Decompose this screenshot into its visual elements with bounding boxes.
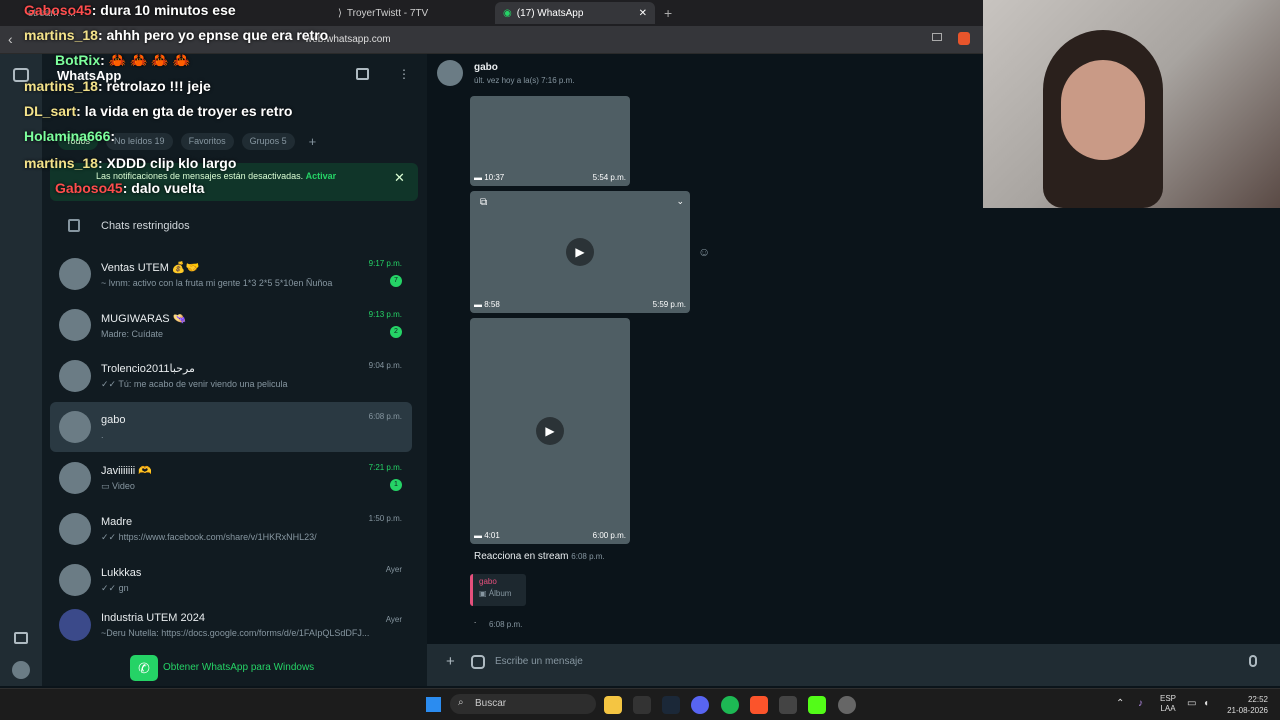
unread-badge: 1 [390, 479, 402, 491]
chat-item-selected[interactable]: gabo. 6:08 p.m. [50, 402, 412, 452]
chat-item[interactable]: Madre ✓✓ https://www.facebook.com/share/v… [50, 504, 412, 554]
overlay-chat-line: Gaboso45: dura 10 minutos ese [24, 2, 236, 18]
epic-games-icon[interactable] [633, 696, 651, 714]
add-filter-icon[interactable]: + [303, 133, 323, 150]
url-field[interactable]: web.whatsapp.com [280, 32, 660, 48]
chat-item[interactable]: Lukkkas ✓✓ gn Ayer [50, 555, 412, 605]
avatar [59, 513, 91, 545]
avatar [59, 309, 91, 341]
mic-icon[interactable] [1249, 655, 1257, 667]
contact-name[interactable]: gabo [474, 62, 498, 73]
forward-icon[interactable]: ⧉ [480, 197, 487, 208]
video-icon: ▬ [474, 173, 485, 182]
chat-item[interactable]: Industria UTEM 2024 ~Deru Nutella: https:… [50, 605, 412, 645]
avatar [59, 564, 91, 596]
close-tab-icon[interactable]: ✕ [639, 8, 647, 19]
file-explorer-icon[interactable] [604, 696, 622, 714]
whatsapp-logo-icon: ✆ [130, 655, 158, 681]
sticker-icon[interactable] [471, 655, 485, 669]
play-icon[interactable]: ▶ [536, 417, 564, 445]
whatsapp-tab-icon: ◉ [503, 7, 512, 19]
back-icon[interactable]: ‹ [8, 31, 13, 47]
overlay-chat-line: martins_18: ahhh pero yo epnse que era r… [24, 27, 329, 43]
windows-start-icon[interactable] [426, 697, 441, 712]
7tv-icon: ⟩ [338, 7, 342, 19]
contact-avatar[interactable] [437, 60, 463, 86]
new-chat-icon[interactable] [356, 68, 369, 80]
chat-item[interactable]: Ventas UTEM 💰🤝 ~ lvnm: activo con la frut… [50, 249, 412, 299]
video-icon: ▬ [474, 300, 485, 309]
overlay-chat-line: martins_18: XDDD clip klo largo [24, 155, 237, 171]
message-input[interactable]: Escribe un mensaje [495, 656, 583, 667]
webcam-feed [983, 0, 1280, 208]
brave-shield-icon[interactable] [958, 32, 970, 45]
last-seen: últ. vez hoy a la(s) 7:16 p.m. [474, 76, 575, 85]
filter-favorites[interactable]: Favoritos [180, 133, 234, 150]
filter-unread[interactable]: No leídos 19 [106, 133, 173, 150]
discord-icon[interactable] [691, 696, 709, 714]
lock-icon [68, 219, 80, 232]
play-icon[interactable]: ▶ [566, 238, 594, 266]
quoted-message[interactable]: gabo ▣ Álbum [470, 574, 526, 606]
unread-badge: 7 [390, 275, 402, 287]
whatsapp-rail [0, 54, 42, 686]
react-emoji-icon[interactable]: ☺ [698, 245, 710, 259]
mic-tray-icon[interactable]: ♪ [1138, 698, 1143, 709]
unread-badge: 2 [390, 326, 402, 338]
chevron-down-icon[interactable]: ⌄ [676, 196, 684, 207]
obs-icon[interactable] [838, 696, 856, 714]
tab-7tv[interactable]: ⟩ TroyerTwistt - 7TV [330, 2, 490, 24]
cast-icon[interactable] [932, 33, 942, 41]
avatar [59, 411, 91, 443]
activate-link[interactable]: Activar [306, 171, 337, 181]
overlay-chat-line: martins_18: retrolazo !!! jeje [24, 78, 211, 94]
avatar [59, 258, 91, 290]
chat-item[interactable]: Javiiiiiii 🫶 ▭ Video 7:21 p.m. 1 [50, 453, 412, 503]
network-icon[interactable]: ▭ [1187, 698, 1196, 709]
album-icon: ▣ [479, 589, 489, 598]
video-message[interactable]: ▬ 10:37 5:54 p.m. [470, 96, 630, 186]
profile-avatar[interactable] [12, 661, 30, 679]
video-icon: ▬ [474, 531, 485, 540]
text-message: Reacciona en stream 6:08 p.m. [474, 551, 605, 562]
overlay-chat-line: DL_sart: la vida en gta de troyer es ret… [24, 103, 293, 119]
filter-groups[interactable]: Grupos 5 [241, 133, 295, 150]
chat-item[interactable]: Trolencio2011مرحبا ✓✓ Tú: me acabo de ven… [50, 351, 412, 401]
tray-chevron-icon[interactable]: ⌃ [1116, 698, 1124, 709]
get-app-link[interactable]: Obtener WhatsApp para Windows [163, 662, 314, 673]
media-icon[interactable] [14, 632, 28, 644]
brave-icon[interactable] [750, 696, 768, 714]
restricted-chats[interactable]: Chats restringidos [101, 220, 190, 232]
tab-whatsapp[interactable]: ◉ (17) WhatsApp ✕ [495, 2, 655, 24]
video-message[interactable]: ⧉ ⌄ ▶ ▬ 8:58 5:59 p.m. [470, 191, 690, 313]
streamer-face [1061, 60, 1145, 160]
taskbar-search[interactable]: ⌕ Buscar [450, 694, 596, 714]
clock[interactable]: 22:52 21-08-2026 [1222, 694, 1268, 716]
video-message[interactable]: ▶ ▬ 4:01 6:00 p.m. [470, 318, 630, 544]
search-icon: ⌕ [458, 697, 464, 708]
new-tab-button[interactable]: + [664, 5, 672, 21]
overlay-chat-line: Gaboso45: dalo vuelta [55, 180, 205, 196]
language-indicator[interactable]: ESP LAA [1160, 694, 1176, 714]
overlay-chat-line: BotRix: 🦀 🦀 🦀 🦀 [55, 52, 191, 68]
overlay-chat-line: Holamina666: [24, 128, 116, 144]
spotify-icon[interactable] [721, 696, 739, 714]
video-icon: ▭ [101, 481, 113, 491]
attach-icon[interactable]: + [446, 653, 455, 670]
group-avatar [59, 609, 91, 641]
avatar [59, 462, 91, 494]
chat-item[interactable]: MUGIWARAS 👒 Madre: Cuídate 9:13 p.m. 2 [50, 300, 412, 350]
avatar [59, 360, 91, 392]
steam-icon[interactable] [662, 696, 680, 714]
close-icon[interactable]: ✕ [394, 170, 405, 186]
menu-icon[interactable]: ⋮ [398, 67, 410, 81]
volume-icon[interactable]: ◖ [1203, 698, 1209, 709]
app-icon[interactable] [779, 696, 797, 714]
kick-icon[interactable] [808, 696, 826, 714]
